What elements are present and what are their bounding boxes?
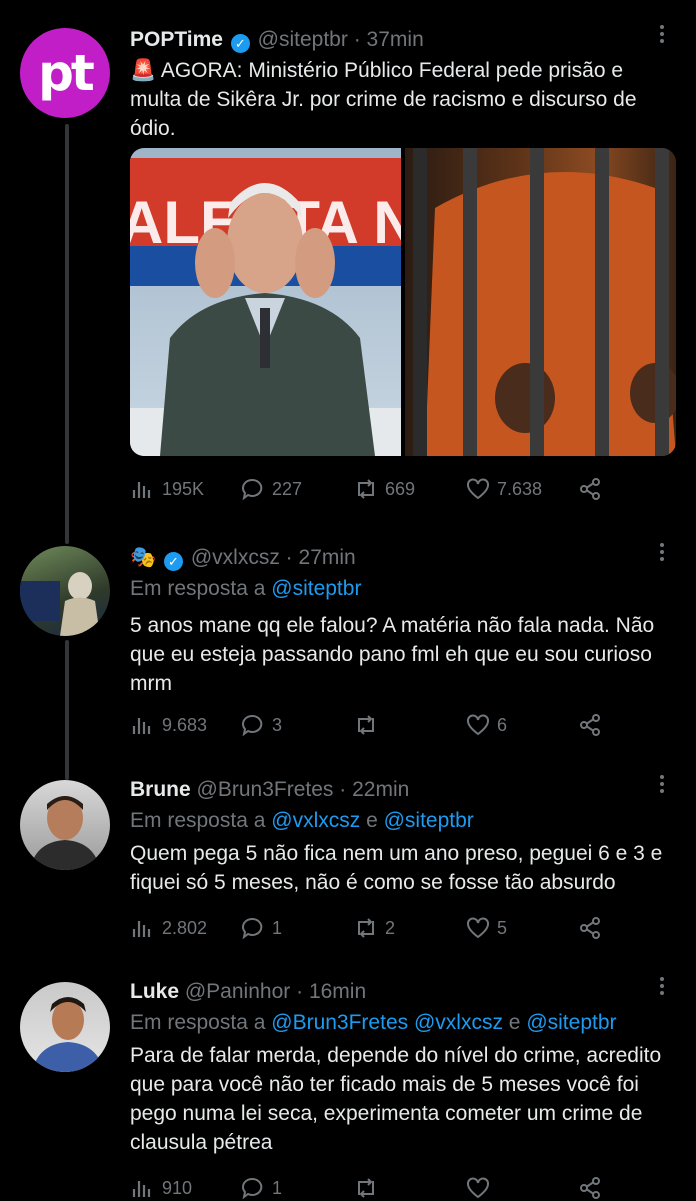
share-button[interactable] (577, 915, 603, 941)
heart-icon (467, 917, 489, 939)
like-button[interactable] (465, 1175, 577, 1201)
views-button[interactable]: 910 (130, 1175, 240, 1201)
share-button[interactable] (577, 1175, 603, 1201)
reply-button[interactable]: 1 (240, 1175, 353, 1201)
mention-link[interactable]: @vxlxcsz (271, 809, 360, 832)
tweet-2[interactable]: 🎭 ✓ @vxlxcsz · 27min Em resposta a @site… (130, 543, 674, 698)
reply-button[interactable]: 3 (240, 712, 353, 738)
heart-icon (467, 1177, 489, 1199)
mention-link[interactable]: @vxlxcsz (414, 1011, 503, 1034)
tweet-header: Luke @Paninhor · 16min (130, 977, 674, 1006)
views-icon (132, 1181, 151, 1197)
share-icon (580, 917, 600, 939)
views-icon (132, 718, 151, 734)
display-name[interactable]: POPTime (130, 28, 223, 51)
heart-icon (467, 478, 489, 500)
timestamp[interactable]: 22min (352, 778, 409, 801)
username[interactable]: @Paninhor (185, 980, 290, 1003)
tweet-text: Quem pega 5 não fica nem um ano preso, p… (130, 842, 663, 894)
more-options-icon[interactable] (650, 772, 674, 796)
tweet-header: 🎭 ✓ @vxlxcsz · 27min (130, 543, 674, 572)
timestamp[interactable]: 37min (367, 28, 424, 51)
avatar-brune[interactable] (20, 780, 110, 870)
username[interactable]: @siteptbr (258, 28, 348, 51)
views-button[interactable]: 2.802 (130, 915, 240, 941)
share-icon (580, 714, 600, 736)
verified-badge-icon: ✓ (164, 552, 183, 571)
views-button[interactable]: 195K (130, 476, 240, 502)
retweet-button[interactable] (353, 1175, 465, 1201)
mention-link[interactable]: @siteptbr (271, 577, 361, 600)
tweet-4[interactable]: Luke @Paninhor · 16min Em resposta a @Br… (130, 977, 674, 1157)
reply-icon (242, 478, 263, 501)
tweet-text: 5 anos mane qq ele falou? A matéria não … (130, 614, 655, 695)
mention-link[interactable]: @Brun3Fretes (271, 1011, 408, 1034)
avatar-poptime[interactable]: pt (20, 28, 110, 118)
more-options-icon[interactable] (650, 22, 674, 46)
retweet-button[interactable]: 2 (353, 915, 465, 941)
tweet-header: POPTime ✓ @siteptbr · 37min (130, 25, 674, 54)
display-name[interactable]: Luke (130, 980, 179, 1003)
share-button[interactable] (577, 476, 603, 502)
share-icon (580, 478, 600, 500)
media-image-prisoner[interactable] (405, 148, 676, 456)
reply-context: Em resposta a @vxlxcsz e @siteptbr (130, 809, 474, 832)
retweet-button[interactable] (353, 712, 465, 738)
tweet-text: 🚨 AGORA: Ministério Público Federal pede… (130, 59, 637, 140)
tweet-3[interactable]: Brune @Brun3Fretes · 22min Em resposta a… (130, 775, 674, 897)
retweet-icon (358, 1178, 374, 1198)
heart-icon (467, 714, 489, 736)
views-icon (132, 482, 151, 498)
tweet-header: Brune @Brun3Fretes · 22min (130, 775, 674, 804)
username[interactable]: @vxlxcsz (191, 546, 280, 569)
tweet-actions: 910 1 (130, 1175, 626, 1201)
mention-link[interactable]: @siteptbr (384, 809, 474, 832)
share-icon (580, 1177, 600, 1199)
views-button[interactable]: 9.683 (130, 712, 240, 738)
avatar-luke[interactable] (20, 982, 110, 1072)
reply-context: Em resposta a @siteptbr (130, 577, 362, 600)
tweet-actions: 195K 227 669 7.638 (130, 476, 626, 502)
mention-link[interactable]: @siteptbr (526, 1011, 616, 1034)
display-name[interactable]: 🎭 (130, 546, 156, 569)
retweet-icon (358, 715, 374, 735)
reply-context: Em resposta a @Brun3Fretes @vxlxcsz e @s… (130, 1011, 617, 1034)
more-options-icon[interactable] (650, 974, 674, 998)
tweet-1[interactable]: POPTime ✓ @siteptbr · 37min 🚨 AGORA: Min… (130, 25, 674, 143)
retweet-icon (358, 479, 374, 499)
avatar-vxlxcsz[interactable] (20, 546, 110, 636)
like-button[interactable]: 5 (465, 915, 577, 941)
tweet-media[interactable]: ALERTA NACIONAL (130, 148, 676, 456)
reply-button[interactable]: 227 (240, 476, 353, 502)
retweet-icon (358, 918, 374, 938)
reply-icon (242, 917, 263, 940)
views-icon (132, 921, 151, 937)
tweet-text: Para de falar merda, depende do nível do… (130, 1044, 662, 1154)
tweet-actions: 2.802 1 2 5 (130, 915, 626, 941)
share-button[interactable] (577, 712, 603, 738)
more-options-icon[interactable] (650, 540, 674, 564)
tweet-actions: 9.683 3 6 (130, 712, 626, 738)
verified-badge-icon: ✓ (230, 34, 250, 53)
retweet-button[interactable]: 669 (353, 476, 465, 502)
username[interactable]: @Brun3Fretes (197, 778, 334, 801)
reply-button[interactable]: 1 (240, 915, 353, 941)
thread-line (65, 124, 69, 544)
like-button[interactable]: 6 (465, 712, 577, 738)
media-image-presenter[interactable]: ALERTA NACIONAL (130, 148, 401, 456)
display-name[interactable]: Brune (130, 778, 191, 801)
reply-icon (242, 714, 263, 737)
thread-line (65, 640, 69, 780)
timestamp[interactable]: 16min (309, 980, 366, 1003)
reply-icon (242, 1177, 263, 1200)
like-button[interactable]: 7.638 (465, 476, 577, 502)
timestamp[interactable]: 27min (299, 546, 356, 569)
